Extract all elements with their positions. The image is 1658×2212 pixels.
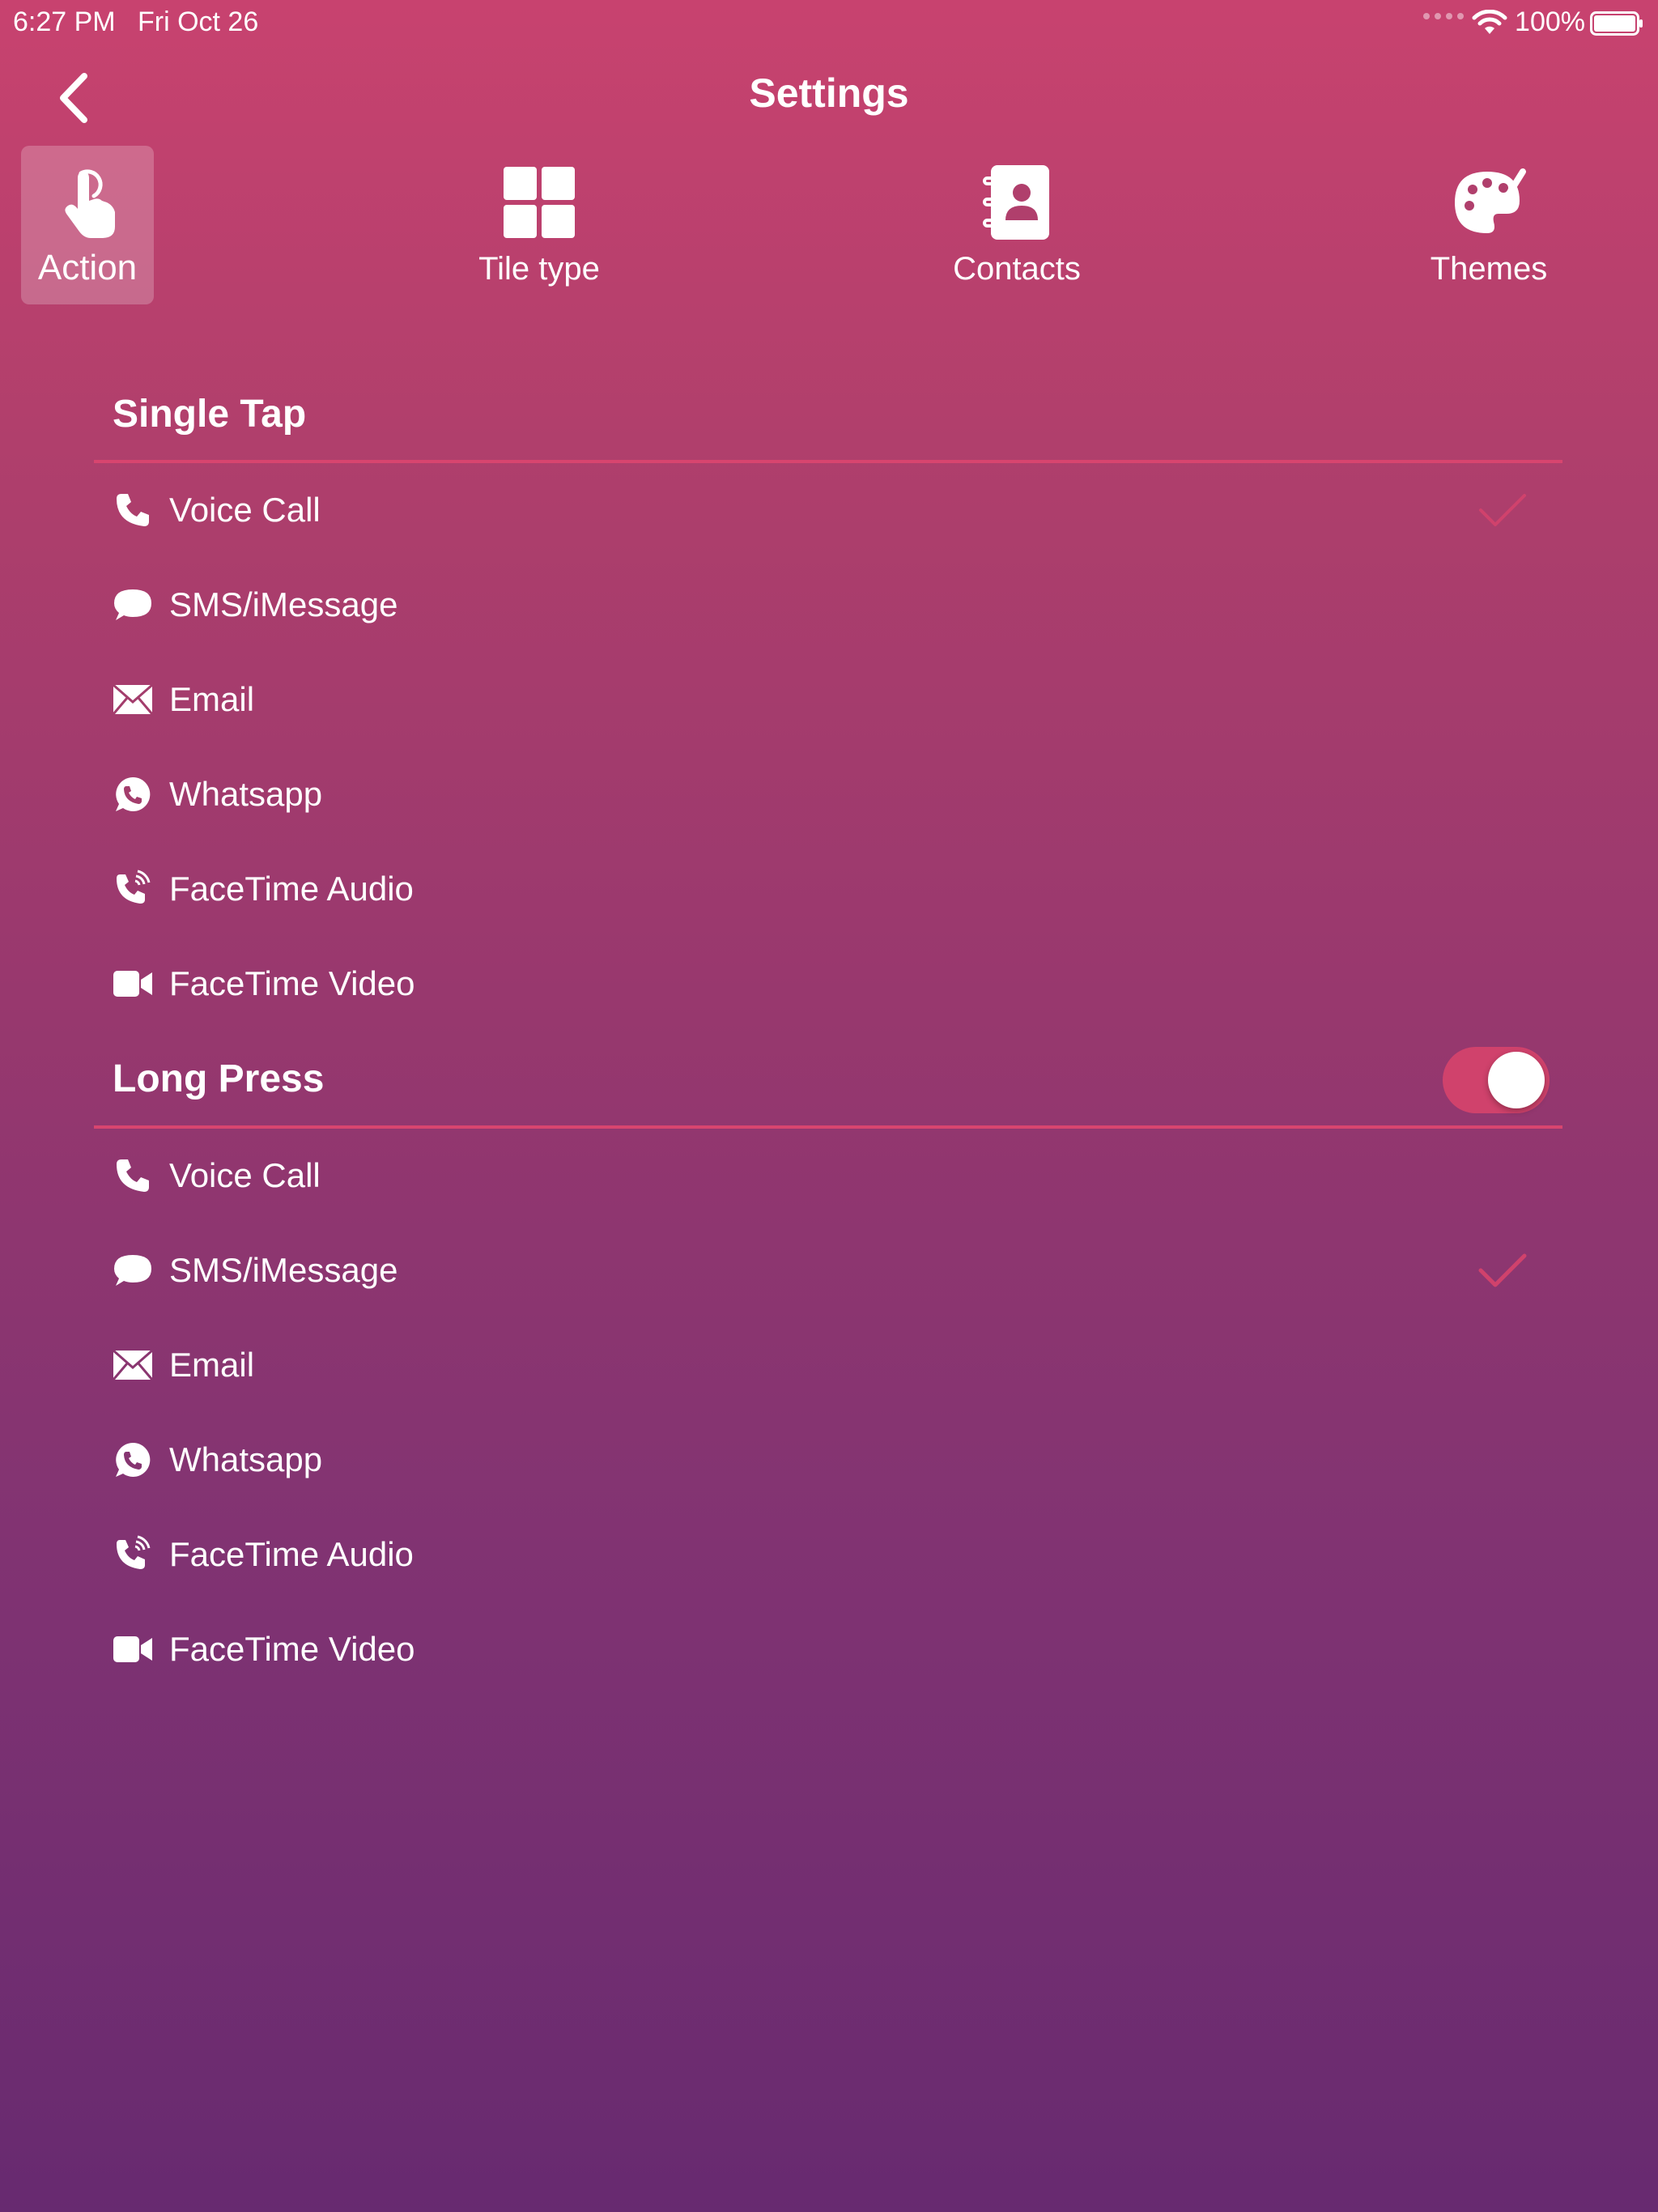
option-label: Email [169, 680, 255, 718]
hand-pointer-icon [65, 169, 115, 238]
cellular-signal-icon [1423, 13, 1464, 19]
video-camera-icon [113, 963, 153, 1004]
long-press-option-facetime-audio[interactable]: FaceTime Audio [113, 1514, 1529, 1595]
long-press-title: Long Press [113, 1057, 325, 1100]
long-press-option-email[interactable]: Email [113, 1325, 1529, 1406]
long-press-option-sms[interactable]: SMS/iMessage [113, 1230, 1529, 1311]
envelope-icon [113, 1345, 153, 1385]
option-label: Voice Call [169, 491, 321, 529]
video-camera-icon [113, 1629, 153, 1670]
phone-volume-icon [113, 1534, 153, 1575]
single-tap-option-sms[interactable]: SMS/iMessage [113, 564, 1529, 645]
status-time: 6:27 PM [13, 6, 116, 37]
tab-label: Themes [1430, 251, 1548, 287]
tab-label: Action [37, 248, 138, 287]
status-date: Fri Oct 26 [138, 6, 259, 37]
phone-icon [113, 490, 153, 530]
tab-contacts[interactable]: Contacts [927, 146, 1107, 304]
battery-percentage: 100% [1515, 6, 1585, 37]
tab-tile-type[interactable]: Tile type [453, 146, 625, 304]
option-label: Whatsapp [169, 1440, 323, 1478]
option-label: SMS/iMessage [169, 1251, 398, 1289]
chat-bubble-icon [113, 585, 153, 625]
whatsapp-icon [113, 774, 153, 815]
single-tap-title: Single Tap [113, 393, 307, 436]
divider [94, 1125, 1562, 1129]
option-label: SMS/iMessage [169, 585, 398, 623]
option-label: Whatsapp [169, 775, 323, 813]
whatsapp-icon [113, 1440, 153, 1480]
option-label: FaceTime Audio [169, 870, 414, 908]
tab-label: Contacts [953, 251, 1081, 287]
palette-icon [1455, 168, 1526, 233]
long-press-toggle[interactable] [1443, 1047, 1550, 1113]
long-press-option-voice-call[interactable]: Voice Call [113, 1135, 1529, 1216]
checkmark-icon [1479, 494, 1526, 526]
toggle-knob [1488, 1052, 1545, 1108]
divider [94, 460, 1562, 463]
address-book-icon [983, 165, 1049, 240]
chat-bubble-icon [113, 1250, 153, 1291]
single-tap-option-facetime-video[interactable]: FaceTime Video [113, 943, 1529, 1024]
single-tap-option-facetime-audio[interactable]: FaceTime Audio [113, 849, 1529, 929]
long-press-option-whatsapp[interactable]: Whatsapp [113, 1419, 1529, 1500]
grid-icon [504, 167, 575, 238]
envelope-icon [113, 679, 153, 720]
single-tap-option-voice-call[interactable]: Voice Call [113, 470, 1529, 551]
option-label: FaceTime Video [169, 964, 415, 1002]
battery-icon [1590, 11, 1643, 36]
option-label: Voice Call [169, 1156, 321, 1194]
phone-icon [113, 1155, 153, 1196]
option-label: FaceTime Audio [169, 1535, 414, 1573]
checkmark-icon [1478, 1253, 1527, 1287]
tab-label: Tile type [478, 251, 600, 287]
single-tap-option-whatsapp[interactable]: Whatsapp [113, 754, 1529, 835]
option-label: Email [169, 1346, 255, 1384]
wifi-icon [1472, 10, 1507, 34]
option-label: FaceTime Video [169, 1630, 415, 1668]
long-press-option-facetime-video[interactable]: FaceTime Video [113, 1609, 1529, 1690]
page-title: Settings [749, 70, 909, 116]
tab-themes[interactable]: Themes [1401, 146, 1577, 304]
single-tap-option-email[interactable]: Email [113, 659, 1529, 740]
tab-action[interactable]: Action [21, 146, 154, 304]
phone-volume-icon [113, 869, 153, 909]
